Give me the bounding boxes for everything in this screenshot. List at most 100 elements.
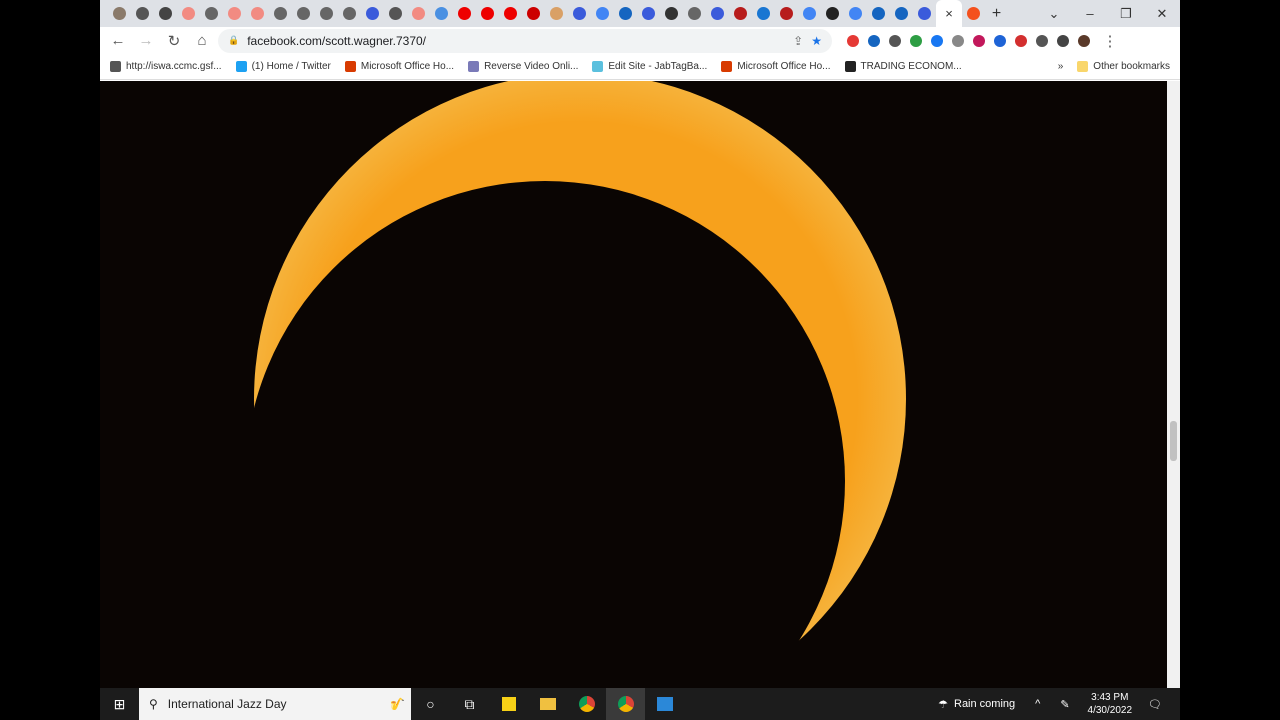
clock[interactable]: 3:43 PM 4/30/2022 (1088, 691, 1133, 717)
tab[interactable] (545, 0, 568, 27)
file-explorer-icon[interactable] (528, 688, 567, 720)
tab[interactable] (821, 0, 844, 27)
tab[interactable] (913, 0, 936, 27)
taskbar-search[interactable]: ⚲ International Jazz Day 🎷 (139, 688, 411, 720)
bookmark-item[interactable]: Reverse Video Onli... (468, 61, 578, 72)
tab[interactable] (200, 0, 223, 27)
tab[interactable] (962, 0, 985, 27)
bookmarks-overflow-button[interactable]: » (1058, 61, 1064, 72)
scrollbar-thumb[interactable] (1170, 421, 1177, 461)
tab-favicon (967, 7, 980, 20)
tab[interactable] (867, 0, 890, 27)
tab[interactable] (407, 0, 430, 27)
chrome-icon[interactable] (567, 688, 606, 720)
close-tab-icon[interactable]: × (945, 6, 953, 21)
extension-icon[interactable] (1052, 34, 1073, 48)
menu-button[interactable]: ⋮ (1098, 32, 1122, 50)
tab-favicon (343, 7, 356, 20)
bookmark-item[interactable]: Microsoft Office Ho... (344, 61, 454, 72)
bookmark-item[interactable]: http://iswa.ccmc.gsf... (110, 61, 222, 72)
extension-icon[interactable] (884, 34, 905, 48)
tab[interactable] (131, 0, 154, 27)
tab-favicon (504, 7, 517, 20)
active-tab[interactable]: × (936, 0, 962, 27)
extension-icon[interactable] (1010, 34, 1031, 48)
tab-favicon (435, 7, 448, 20)
chrome-profile-icon[interactable] (606, 688, 645, 720)
tab[interactable] (522, 0, 545, 27)
tab-search-button[interactable]: ⌄ (1036, 6, 1072, 22)
extension-icon[interactable] (905, 34, 926, 48)
tab[interactable] (890, 0, 913, 27)
minimize-button[interactable]: – (1072, 6, 1108, 21)
tab[interactable] (660, 0, 683, 27)
tab[interactable] (338, 0, 361, 27)
address-bar[interactable]: 🔒 facebook.com/scott.wagner.7370/ ⇪ ★ (218, 28, 832, 53)
tab[interactable] (108, 0, 131, 27)
extension-icon[interactable] (926, 34, 947, 48)
tab[interactable] (683, 0, 706, 27)
restore-button[interactable]: ❐ (1108, 6, 1144, 22)
search-icon: ⚲ (149, 697, 158, 711)
extension-icon[interactable] (989, 34, 1010, 48)
tab-favicon (481, 7, 494, 20)
extension-icon[interactable] (968, 34, 989, 48)
pen-icon[interactable]: ✎ (1060, 698, 1069, 711)
bookmark-item[interactable]: (1) Home / Twitter (235, 61, 331, 72)
scrollbar[interactable] (1167, 81, 1180, 688)
jazz-day-doodle-icon: 🎷 (390, 697, 405, 711)
weather-text[interactable]: Rain coming (954, 698, 1015, 710)
extension-icon[interactable] (1031, 34, 1052, 48)
tab[interactable] (614, 0, 637, 27)
tab[interactable] (154, 0, 177, 27)
tab-favicon (458, 7, 471, 20)
tab[interactable] (246, 0, 269, 27)
tab[interactable] (384, 0, 407, 27)
extension-icon[interactable] (842, 34, 863, 48)
share-icon[interactable]: ⇪ (793, 34, 803, 48)
tab[interactable] (177, 0, 200, 27)
bookmark-star-icon[interactable]: ★ (811, 34, 822, 48)
extension-icon[interactable] (947, 34, 968, 48)
task-view-button[interactable]: ⧉ (450, 688, 489, 720)
back-button[interactable]: ← (106, 32, 130, 49)
tab[interactable] (269, 0, 292, 27)
cortana-button[interactable]: ○ (411, 688, 450, 720)
url-text[interactable]: facebook.com/scott.wagner.7370/ (247, 34, 426, 48)
tab[interactable] (361, 0, 384, 27)
tab[interactable] (844, 0, 867, 27)
tab[interactable] (729, 0, 752, 27)
reload-button[interactable]: ↻ (162, 32, 186, 50)
extension-icon[interactable] (1073, 34, 1094, 48)
sticky-notes-icon[interactable] (489, 688, 528, 720)
tab[interactable] (453, 0, 476, 27)
tab[interactable] (798, 0, 821, 27)
home-button[interactable]: ⌂ (190, 32, 214, 49)
search-text: International Jazz Day (167, 697, 287, 711)
tab[interactable] (223, 0, 246, 27)
tab[interactable] (591, 0, 614, 27)
tab-favicon (826, 7, 839, 20)
bookmark-item[interactable]: Microsoft Office Ho... (721, 61, 831, 72)
tab[interactable] (499, 0, 522, 27)
tab[interactable] (476, 0, 499, 27)
tab[interactable] (315, 0, 338, 27)
tab[interactable] (706, 0, 729, 27)
close-window-button[interactable]: ✕ (1144, 6, 1180, 22)
new-tab-button[interactable]: + (985, 0, 1008, 27)
photos-icon[interactable] (645, 688, 684, 720)
start-button[interactable]: ⊞ (100, 688, 139, 720)
extension-icon[interactable] (863, 34, 884, 48)
tab[interactable] (430, 0, 453, 27)
tab[interactable] (568, 0, 591, 27)
tab[interactable] (637, 0, 660, 27)
notifications-icon[interactable]: 🗨 (1148, 698, 1162, 711)
tab[interactable] (775, 0, 798, 27)
other-bookmarks[interactable]: Other bookmarks (1077, 61, 1170, 72)
tab[interactable] (752, 0, 775, 27)
forward-button[interactable]: → (134, 32, 158, 49)
tab[interactable] (292, 0, 315, 27)
bookmark-item[interactable]: TRADING ECONOM... (844, 61, 962, 72)
bookmark-item[interactable]: Edit Site - JabTagBa... (592, 61, 707, 72)
show-hidden-icons-button[interactable]: ^ (1035, 698, 1040, 710)
